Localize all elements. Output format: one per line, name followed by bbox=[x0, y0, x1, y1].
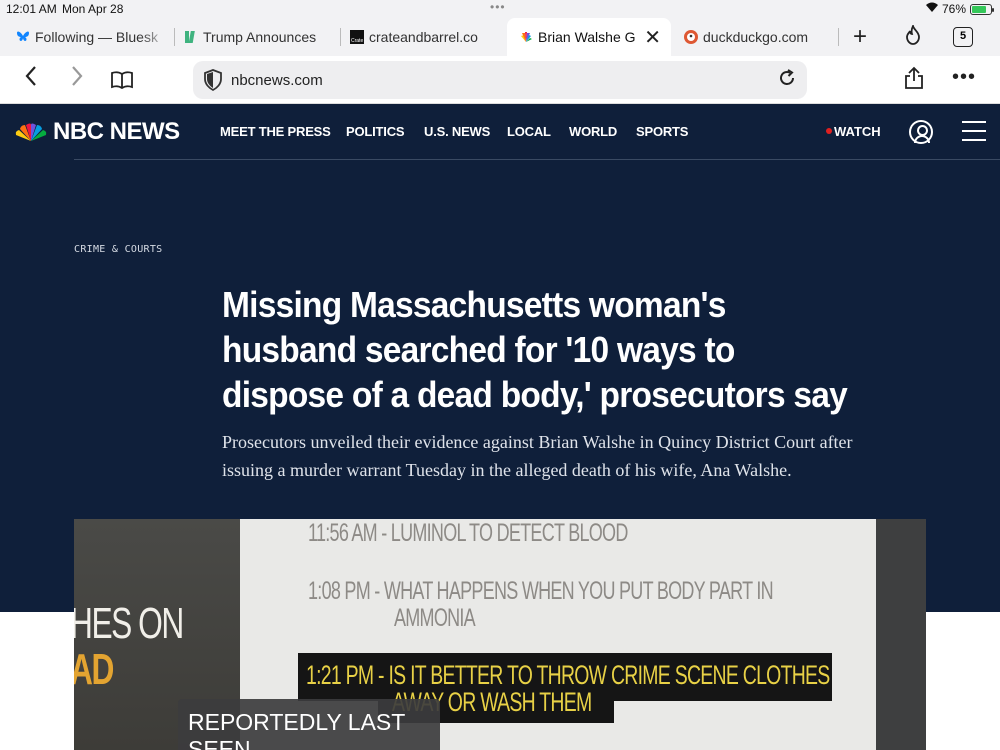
tab-label: Trump Announces bbox=[203, 29, 317, 45]
nbc-peacock-logo-icon bbox=[15, 123, 47, 141]
battery-percent: 76% bbox=[942, 2, 967, 16]
tab-brian-walshe[interactable]: Brian Walshe G ✕ bbox=[507, 18, 671, 56]
evidence-line: 11:56 AM - LUMINOL TO DETECT BLOOD bbox=[308, 519, 628, 547]
tab-crateandbarrel[interactable]: Crate crateandbarrel.co bbox=[350, 18, 500, 56]
nav-us-news[interactable]: U.S. NEWS bbox=[424, 124, 490, 139]
nav-divider bbox=[74, 159, 1000, 160]
forward-chevron-icon[interactable] bbox=[70, 65, 84, 93]
tab-label: duckduckgo.com bbox=[703, 29, 809, 45]
back-chevron-icon[interactable] bbox=[24, 65, 38, 93]
tab-label: Brian Walshe G bbox=[538, 29, 636, 45]
hamburger-menu-icon[interactable] bbox=[962, 121, 986, 143]
hero-side-text-accent: AD bbox=[74, 645, 114, 694]
site-favicon-icon bbox=[185, 31, 195, 43]
webpage-content: NBC NEWS MEET THE PRESS POLITICS U.S. NE… bbox=[0, 104, 1000, 750]
tab-count-icon[interactable]: 5 bbox=[953, 27, 973, 47]
live-dot-icon bbox=[826, 128, 832, 134]
svg-text:Crate: Crate bbox=[351, 38, 363, 44]
close-tab-icon[interactable]: ✕ bbox=[644, 25, 661, 50]
watch-live-button[interactable]: WATCH bbox=[826, 124, 881, 139]
nav-sports[interactable]: SPORTS bbox=[636, 124, 688, 139]
video-caption-box: REPORTEDLY LAST SEEN bbox=[178, 699, 440, 750]
reader-book-icon[interactable] bbox=[111, 69, 133, 95]
hero-side-text: HES ON bbox=[74, 599, 184, 648]
fire-burn-icon[interactable] bbox=[904, 23, 922, 50]
crate-barrel-icon: Crate bbox=[350, 30, 364, 44]
multitasking-dots-icon[interactable]: ••• bbox=[490, 0, 506, 14]
privacy-shield-icon[interactable] bbox=[203, 69, 223, 91]
reload-icon[interactable] bbox=[777, 68, 797, 94]
user-account-icon[interactable] bbox=[909, 120, 933, 144]
article-headline: Missing Massachusetts woman's husband se… bbox=[222, 284, 848, 415]
nav-meet-the-press[interactable]: MEET THE PRESS bbox=[220, 124, 331, 139]
logo-text: NBC NEWS bbox=[53, 118, 180, 145]
url-text[interactable]: nbcnews.com bbox=[231, 72, 323, 89]
new-tab-plus-icon[interactable]: + bbox=[853, 23, 867, 51]
nbc-peacock-icon bbox=[521, 32, 532, 42]
status-date: Mon Apr 28 bbox=[62, 2, 124, 16]
duckduckgo-icon bbox=[684, 30, 698, 44]
hero-right-edge bbox=[876, 519, 926, 750]
battery-icon bbox=[970, 4, 994, 15]
address-bar[interactable]: nbcnews.com bbox=[193, 61, 807, 99]
nbc-news-logo[interactable]: NBC NEWS bbox=[14, 118, 180, 146]
article-dek: Prosecutors unveiled their evidence agai… bbox=[222, 432, 853, 480]
nav-politics[interactable]: POLITICS bbox=[346, 124, 405, 139]
nav-local[interactable]: LOCAL bbox=[507, 124, 551, 139]
hero-image[interactable]: HES ON AD 11:56 AM - LUMINOL TO DETECT B… bbox=[74, 519, 926, 750]
more-options-icon[interactable]: ••• bbox=[952, 66, 976, 89]
evidence-line: 1:08 PM - WHAT HAPPENS WHEN YOU PUT BODY… bbox=[308, 577, 774, 605]
tab-duckduckgo[interactable]: duckduckgo.com bbox=[684, 18, 834, 56]
tab-trump-announces[interactable]: Trump Announces bbox=[184, 18, 334, 56]
share-icon[interactable] bbox=[904, 66, 924, 96]
status-bar: 12:01 AM Mon Apr 28 ••• 76% bbox=[0, 0, 1000, 18]
tab-bar: Following — Bluesk Trump Announces Crate… bbox=[0, 18, 1000, 56]
bluesky-butterfly-icon bbox=[17, 31, 29, 41]
tab-label: crateandbarrel.co bbox=[369, 29, 478, 45]
watch-label: WATCH bbox=[834, 124, 881, 139]
browser-toolbar: nbcnews.com ••• bbox=[0, 56, 1000, 104]
status-time: 12:01 AM bbox=[6, 2, 57, 16]
video-caption-text: REPORTEDLY LAST SEEN bbox=[188, 709, 405, 750]
wifi-icon bbox=[925, 1, 939, 16]
evidence-line: AMMONIA bbox=[394, 604, 476, 632]
site-navigation: NBC NEWS MEET THE PRESS POLITICS U.S. NE… bbox=[0, 104, 1000, 160]
nav-world[interactable]: WORLD bbox=[569, 124, 617, 139]
article-category[interactable]: CRIME & COURTS bbox=[74, 244, 163, 255]
